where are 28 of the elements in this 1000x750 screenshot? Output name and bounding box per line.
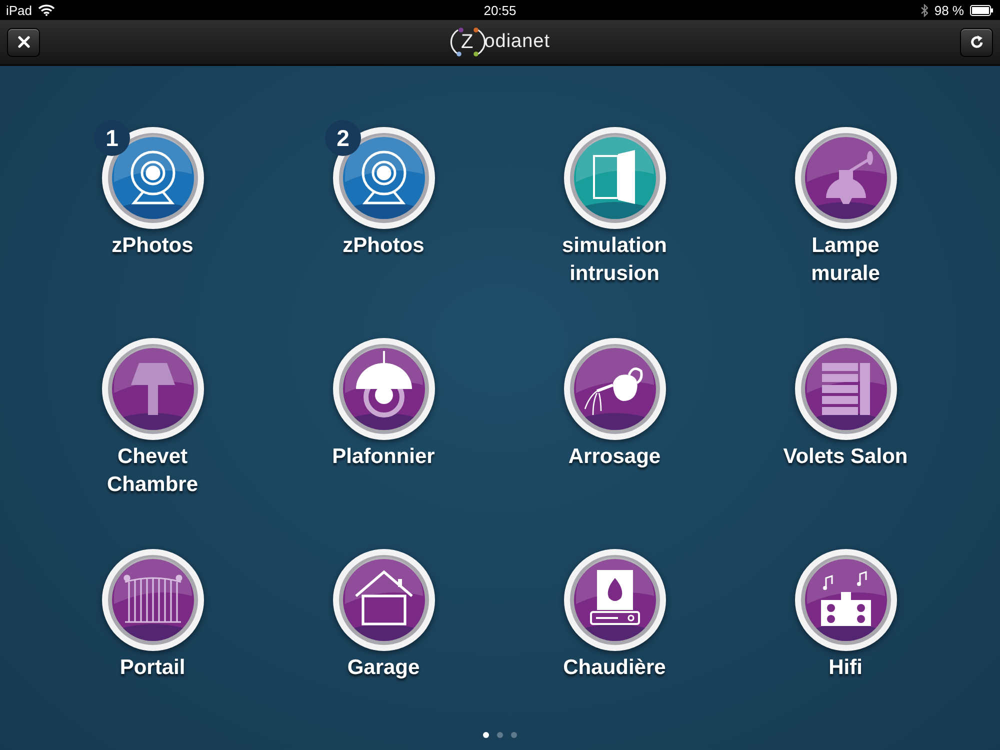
refresh-icon	[970, 35, 984, 49]
page-indicator-dot[interactable]	[511, 732, 517, 738]
logo-text: odianet	[484, 31, 550, 53]
clock-time: 20:55	[484, 2, 516, 18]
bluetooth-icon	[921, 4, 928, 16]
device-tile[interactable]: Garage	[284, 548, 484, 682]
logo-letter: Z	[460, 30, 474, 54]
close-icon	[18, 36, 30, 48]
battery-icon	[970, 4, 994, 16]
wifi-icon	[38, 4, 56, 16]
device-tile[interactable]: Volets Salon	[746, 337, 946, 471]
page-indicator-dot[interactable]	[497, 732, 503, 738]
battery-percent: 98 %	[934, 2, 964, 18]
logo-dots-icon	[450, 27, 486, 57]
device-tile[interactable]: Chevet Chambre	[52, 337, 252, 499]
device-tile[interactable]: Plafonnier	[284, 337, 484, 471]
device-name: iPad	[6, 2, 32, 18]
close-button[interactable]	[7, 28, 40, 56]
device-tile[interactable]: Portail	[52, 548, 252, 682]
refresh-button[interactable]	[960, 28, 993, 56]
device-tile[interactable]: Arrosage	[514, 337, 714, 471]
number-badge: 1	[94, 120, 130, 156]
page-indicator-dot[interactable]	[483, 732, 489, 738]
number-badge: 2	[325, 120, 361, 156]
device-tile[interactable]: Hifi	[746, 548, 946, 682]
device-tile[interactable]: Chaudière	[514, 548, 714, 682]
device-tile[interactable]: simulation intrusion	[514, 126, 714, 288]
device-tile[interactable]: Lampe murale	[746, 126, 946, 288]
